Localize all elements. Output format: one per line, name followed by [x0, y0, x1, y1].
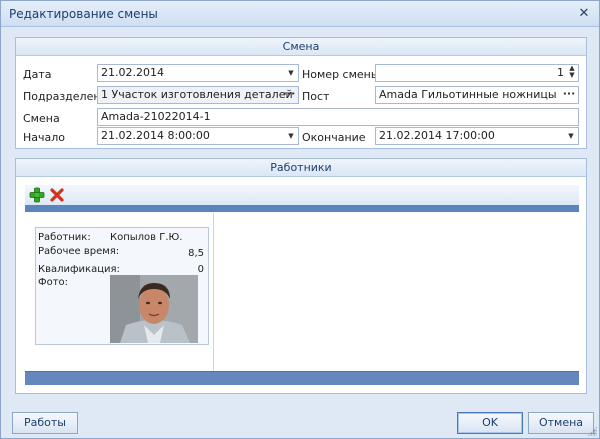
date-field[interactable]: 21.02.2014 ▼ [97, 64, 299, 82]
date-label: Дата [23, 68, 52, 81]
shift-value: Amada-21022014-1 [101, 110, 211, 123]
end-label: Окончание [302, 131, 366, 144]
work-time-label: Рабочее время: [38, 246, 120, 257]
shift-label: Смена [23, 112, 60, 125]
department-field[interactable]: 1 Участок изготовления деталей ··· [97, 86, 299, 104]
department-value: 1 Участок изготовления деталей [101, 88, 293, 101]
date-value: 21.02.2014 [101, 66, 164, 79]
worker-label: Работник: [38, 232, 91, 243]
workers-header-bar [25, 205, 579, 212]
chevron-down-icon[interactable]: ▼ [564, 128, 578, 144]
workers-toolbar [25, 185, 579, 205]
shift-number-stepper[interactable]: 1 ▲ ▼ [375, 64, 579, 82]
shift-field[interactable]: Amada-21022014-1 [97, 108, 579, 126]
qualification-label: Квалификация: [38, 264, 120, 275]
post-value: Amada Гильотинные ножницы [379, 88, 557, 101]
delete-icon[interactable] [49, 187, 65, 203]
workers-group-header: Работники [16, 159, 586, 177]
end-value: 21.02.2014 17:00:00 [379, 129, 495, 142]
photo-label: Фото: [38, 277, 69, 288]
ellipsis-icon[interactable]: ··· [560, 87, 578, 103]
chevron-down-icon[interactable]: ▼ [284, 65, 298, 81]
horizontal-scrollbar[interactable] [25, 371, 579, 385]
dialog-window: Редактирование смены ✕ Смена Дата 21.02.… [0, 0, 600, 439]
window-title: Редактирование смены [9, 7, 158, 21]
post-label: Пост [302, 90, 330, 103]
ellipsis-icon[interactable]: ··· [280, 87, 298, 103]
work-time-value: 8,5 [188, 248, 204, 259]
start-value: 21.02.2014 8:00:00 [101, 129, 210, 142]
close-icon[interactable]: ✕ [575, 5, 593, 23]
chevron-down-icon[interactable]: ▼ [284, 128, 298, 144]
start-label: Начало [23, 131, 66, 144]
cancel-button[interactable]: Отмена [528, 412, 594, 434]
shift-number-value: 1 [557, 66, 564, 79]
add-icon[interactable] [29, 187, 45, 203]
qualification-value: 0 [197, 264, 204, 275]
spin-arrows-icon[interactable]: ▲ ▼ [567, 65, 577, 81]
worker-value: Копылов Г.Ю. [110, 232, 183, 243]
shift-number-label: Номер смены [302, 68, 380, 81]
worker-photo [110, 275, 198, 343]
jobs-button[interactable]: Работы [12, 412, 78, 434]
post-field[interactable]: Amada Гильотинные ножницы ··· [375, 86, 579, 104]
shift-group-header: Смена [16, 38, 586, 56]
end-field[interactable]: 21.02.2014 17:00:00 ▼ [375, 127, 579, 145]
start-field[interactable]: 21.02.2014 8:00:00 ▼ [97, 127, 299, 145]
worker-card[interactable]: Работник: Копылов Г.Ю. Рабочее время: 8,… [35, 227, 209, 345]
title-bar[interactable]: Редактирование смены ✕ [1, 1, 599, 27]
ok-button[interactable]: OK [457, 412, 523, 434]
column-separator [213, 213, 214, 371]
